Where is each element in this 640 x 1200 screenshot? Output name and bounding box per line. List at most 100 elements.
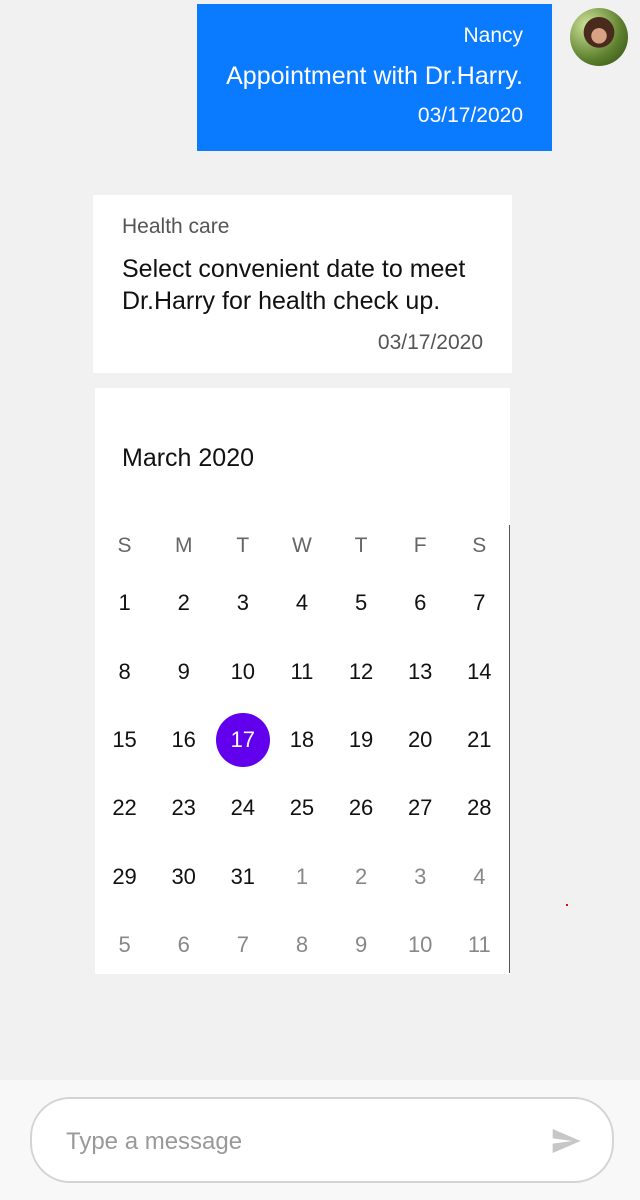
calendar-week-row: 8 9 10 11 12 13 14 [95,637,509,705]
avatar[interactable] [570,8,628,66]
weekday-label: M [174,534,193,557]
calendar-day-selected[interactable]: 17 [213,712,272,767]
calendar-week-row: 5 6 7 8 9 10 11 [95,911,509,979]
calendar-week-row: 29 30 31 1 2 3 4 [95,843,509,911]
message-text: Select convenient date to meet Dr.Harry … [122,255,466,315]
scrollbar[interactable] [509,525,510,973]
calendar-day[interactable]: 22 [95,781,154,835]
incoming-message-card: Health care Select convenient date to me… [93,195,512,373]
calendar-day[interactable]: 16 [154,713,213,767]
calendar-day-label: 9 [177,658,190,684]
calendar-day-label: 3 [236,590,249,616]
calendar-day[interactable]: 28 [450,781,509,835]
calendar-day[interactable]: 13 [391,645,450,699]
calendar-day[interactable]: 31 [213,850,272,904]
message-timestamp: 03/17/2020 [377,331,483,354]
calendar-day-label: 12 [348,658,374,684]
calendar-day-label: 26 [348,795,374,821]
calendar-day-label: 11 [290,658,314,684]
calendar-day-label: 24 [230,795,256,821]
calendar-day[interactable]: 10 [213,645,272,699]
calendar-day-label: 9 [354,932,368,958]
calendar-day[interactable]: 29 [95,850,154,904]
message-input[interactable] [64,1121,528,1163]
calendar-day[interactable]: 6 [391,576,450,630]
calendar-day[interactable]: 2 [154,576,213,630]
calendar-day[interactable]: 5 [95,918,154,972]
message-sender: Nancy [463,24,523,47]
calendar-day[interactable]: 5 [332,576,391,630]
weekday-label: W [292,534,312,557]
calendar-day[interactable]: 8 [95,645,154,699]
weekday-label: F [413,534,427,557]
calendar-day-label: 22 [112,795,137,821]
calendar-day[interactable]: 7 [450,576,509,630]
calendar-day-label: 5 [354,590,368,616]
calendar-day[interactable]: 18 [272,713,331,767]
calendar-day-label: 19 [348,726,374,752]
calendar-day[interactable]: 21 [450,713,509,767]
message-composer [30,1097,614,1183]
calendar-day-label: 3 [414,863,427,889]
calendar-day-label: 10 [230,658,256,684]
calendar-day[interactable]: 7 [213,918,272,972]
calendar-day[interactable]: 11 [450,918,509,972]
calendar-day-label: 21 [467,726,492,752]
calendar-day[interactable]: 12 [332,645,391,699]
calendar-day-label: 16 [171,726,196,752]
calendar-day-label: 18 [289,726,315,752]
calendar-day[interactable]: 3 [213,576,272,630]
calendar-day[interactable]: 15 [95,713,154,767]
calendar-day-label: 30 [171,863,196,889]
calendar-day-label: 1 [295,863,309,889]
message-text: Appointment with Dr.Harry. [226,62,523,90]
calendar-day-label: 6 [414,590,427,616]
calendar-day-label: 10 [407,932,433,958]
calendar-day-label: 8 [295,932,309,958]
calendar-day[interactable]: 23 [154,781,213,835]
calendar-week-row: 1 2 3 4 5 6 7 [95,569,509,637]
calendar-day[interactable]: 11 [272,645,331,699]
calendar-day[interactable]: 8 [272,918,331,972]
calendar-day[interactable]: 3 [391,850,450,904]
calendar-day-label: 4 [473,863,486,889]
calendar-day[interactable]: 4 [272,576,331,630]
weekday-label: T [236,534,250,557]
calendar-day[interactable]: 25 [272,781,331,835]
calendar-day-label: 2 [177,590,190,616]
calendar-day[interactable]: 30 [154,850,213,904]
calendar-day[interactable]: 2 [332,850,391,904]
calendar-day[interactable]: 4 [450,850,509,904]
calendar-day-label: 31 [230,863,256,889]
calendar-day[interactable]: 27 [391,781,450,835]
calendar-day[interactable]: 24 [213,781,272,835]
calendar-week-row: 15 16 17 18 19 20 21 [95,706,509,774]
send-icon[interactable] [549,1125,583,1157]
calendar-day-label: 27 [407,795,433,821]
calendar-day[interactable]: 20 [391,713,450,767]
calendar-day[interactable]: 6 [154,918,213,972]
calendar-grid: SMTWTFS 1 2 3 4 5 6 7 8 9 10 11 12 13 14 15 16 17 18 19 20 2… [95,523,509,979]
calendar-day-label: 7 [236,932,249,958]
calendar-day[interactable]: 26 [332,781,391,835]
calendar-day[interactable]: 19 [332,713,391,767]
calendar-day-label: 28 [467,795,492,821]
calendar-month-title[interactable]: March 2020 [122,444,254,473]
calendar-day[interactable]: 9 [154,645,213,699]
calendar-day-label: 8 [118,658,131,684]
calendar-day-label: 6 [177,932,190,958]
calendar-day[interactable]: 14 [450,645,509,699]
calendar-day-label: 4 [295,590,309,616]
calendar-day-label: 15 [112,726,137,752]
calendar-day-label: 20 [407,726,433,752]
calendar-day-label: 29 [112,863,137,889]
outgoing-message-bubble: Nancy Appointment with Dr.Harry. 03/17/2… [197,4,552,151]
weekday-label: S [117,534,132,557]
message-timestamp: 03/17/2020 [417,104,523,127]
marker-dot [566,904,568,906]
calendar-day[interactable]: 1 [95,576,154,630]
calendar-day[interactable]: 9 [332,918,391,972]
calendar-day[interactable]: 10 [391,918,450,972]
calendar-day[interactable]: 1 [272,850,331,904]
calendar-card: March 2020 SMTWTFS 1 2 3 4 5 6 7 8 9 10 11 12 13 14 15… [95,388,510,974]
